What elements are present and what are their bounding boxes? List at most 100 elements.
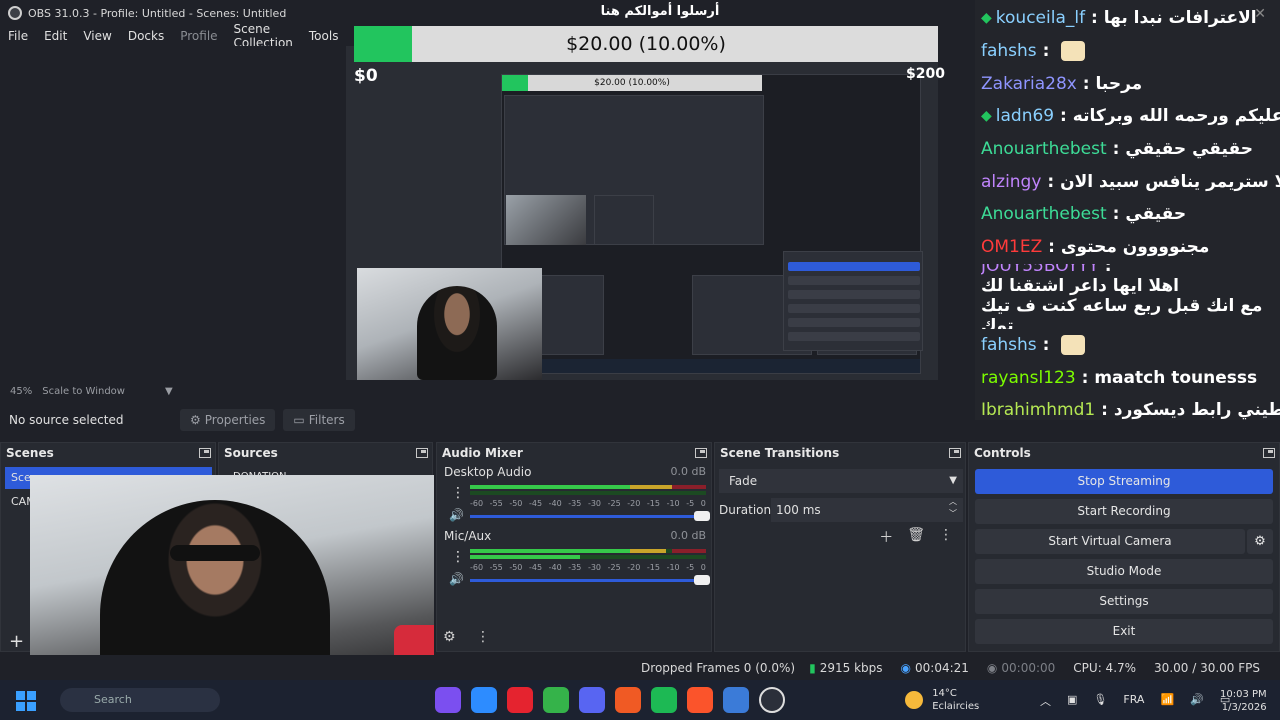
taskbar-search[interactable]: Search (60, 688, 220, 712)
weather-icon (905, 691, 923, 709)
app-icon[interactable] (543, 687, 569, 713)
weather-widget[interactable]: 14°C Eclaircies (905, 687, 979, 713)
menu-edit[interactable]: Edit (36, 29, 75, 43)
app-icon[interactable] (471, 687, 497, 713)
scene-transitions-dock: Scene Transitions Fade ▼ Duration 100 ms… (714, 442, 966, 652)
chat-username[interactable]: fahshs (981, 41, 1037, 61)
chat-username[interactable]: alzingy (981, 172, 1041, 192)
chat-username[interactable]: Ibrahimhmd1 (981, 400, 1095, 420)
chat-username[interactable]: OM1EZ (981, 237, 1042, 257)
chat-separator: : (1036, 41, 1056, 62)
start-virtual-camera-button[interactable]: Start Virtual Camera (975, 529, 1245, 554)
discord-icon[interactable] (579, 687, 605, 713)
spotify-icon[interactable] (651, 687, 677, 713)
studio-mode-button[interactable]: Studio Mode (975, 559, 1273, 584)
mixer-channel-mic: Mic/Aux 0.0 dB ⋮ -60 -55 -50 -45 -40 -35 -30 -2… (444, 529, 710, 586)
chat-message: ◆ladn69 : السلام عليكم ورحمه الله وبركات… (981, 100, 1280, 133)
gear-icon[interactable]: ⚙ (443, 629, 456, 645)
undock-icon[interactable] (949, 448, 961, 458)
duration-input[interactable]: 100 ms ︿ ﹀ (771, 496, 963, 522)
undock-icon[interactable] (695, 448, 707, 458)
chat-message: fahshs : (981, 35, 1280, 68)
wifi-icon[interactable]: 📶 (1160, 693, 1174, 709)
chat-username[interactable]: fahshs (981, 335, 1037, 355)
volume-slider[interactable] (470, 511, 710, 521)
volume-icon[interactable]: 🔊 (1190, 693, 1204, 709)
chat-message: alzingy : لا ستريمر ينافس سبيد الان (981, 165, 1280, 198)
audio-mixer-dock: Audio Mixer Desktop Audio 0.0 dB ⋮ -60 -5… (436, 442, 712, 652)
nested-settings-button (788, 318, 920, 327)
more-icon[interactable]: ⋮ (451, 485, 465, 501)
app-icon[interactable] (615, 687, 641, 713)
add-icon[interactable]: ＋ (879, 527, 893, 547)
add-scene-button[interactable]: + (9, 631, 24, 652)
nested-stop-button (788, 262, 920, 271)
language[interactable]: FRA (1123, 693, 1144, 709)
emote-icon (1061, 41, 1086, 62)
undock-icon[interactable] (1263, 448, 1275, 458)
chat-message: JOUY55BOYYY : اهلا ايها داعر اشتقنا لك مع… (981, 264, 1280, 329)
preview-area[interactable]: $20.00 (10.00%) (0, 46, 975, 382)
properties-button[interactable]: ⚙ Properties (180, 409, 276, 431)
scale-tick: -60 (470, 499, 484, 508)
menu-profile[interactable]: Profile (172, 29, 225, 43)
speaker-icon[interactable]: 🔊 (449, 572, 464, 586)
more-icon[interactable]: ⋮ (939, 527, 953, 547)
chat-username[interactable]: Anouarthebest (981, 139, 1107, 159)
filters-button[interactable]: ▭ Filters (283, 409, 355, 431)
chat-username[interactable]: Anouarthebest (981, 204, 1107, 224)
zoom-mode[interactable]: Scale to Window (42, 386, 125, 397)
chat-separator: : (1106, 139, 1126, 160)
undock-icon[interactable] (199, 448, 211, 458)
obs-icon[interactable] (759, 687, 785, 713)
menu-view[interactable]: View (75, 29, 119, 43)
spin-icon[interactable]: ︿ ﹀ (949, 496, 957, 520)
zoom-level[interactable]: 45% (10, 386, 32, 397)
chat-username[interactable]: JOUY55BOYYY (981, 264, 1099, 277)
menu-docks[interactable]: Docks (120, 29, 172, 43)
calculator-icon[interactable] (723, 687, 749, 713)
clock[interactable]: 10:03 PM 1/3/2026 (1220, 688, 1267, 714)
settings-button[interactable]: Settings (975, 589, 1273, 614)
menu-tools[interactable]: Tools (301, 29, 347, 43)
close-icon[interactable]: ✕ (1254, 6, 1266, 22)
chat-message: fahshs : (981, 329, 1280, 362)
obs-logo-icon (8, 6, 22, 20)
gear-icon[interactable]: ⚙ (1247, 529, 1273, 554)
chevron-up-icon[interactable]: ︿ (1040, 693, 1051, 709)
nested-vcam-button (788, 290, 920, 299)
stop-streaming-button[interactable]: Stop Streaming (975, 469, 1273, 494)
more-icon[interactable]: ⋮ (476, 629, 490, 645)
webcam-overlay (30, 475, 434, 685)
chat-text: السلام عليكم ورحمه الله وبركاته (1072, 106, 1280, 127)
more-icon[interactable]: ⋮ (451, 549, 465, 565)
scale-tick: 0 (700, 563, 706, 572)
transition-select[interactable]: Fade ▼ (719, 469, 963, 493)
app-icon[interactable] (435, 687, 461, 713)
chat-username[interactable]: rayansl123 (981, 368, 1076, 388)
undock-icon[interactable] (416, 448, 428, 458)
mic-icon[interactable]: 🎙 (1093, 693, 1107, 709)
usb-icon[interactable]: ▣ (1067, 693, 1077, 709)
start-recording-button[interactable]: Start Recording (975, 499, 1273, 524)
trash-icon[interactable]: 🗑 (907, 527, 925, 547)
chat-username[interactable]: Zakaria28x (981, 74, 1077, 94)
app-icon[interactable] (507, 687, 533, 713)
exit-button[interactable]: Exit (975, 619, 1273, 644)
zoom-dropdown-icon[interactable]: ▼ (165, 386, 173, 397)
chat-username[interactable]: kouceila_lf (996, 8, 1085, 28)
windows-start-icon[interactable] (16, 691, 36, 711)
chat-text: مع انك قبل ربع ساعه كنت ف تيك توك (981, 296, 1263, 329)
volume-slider[interactable] (470, 575, 710, 585)
menu-file[interactable]: File (0, 29, 36, 43)
badge-icon: ◆ (981, 10, 992, 27)
nested-donation-text: $20.00 (10.00%) (594, 78, 670, 88)
chat-text: مرحبا (1095, 73, 1143, 94)
chat-text: maatch tounesss (1094, 367, 1258, 388)
scale-tick: -25 (607, 563, 621, 572)
system-tray: ︿ ▣ 🎙 FRA 📶 🔊 ▭ (1040, 693, 1230, 709)
brave-icon[interactable] (687, 687, 713, 713)
sources-title: Sources (224, 446, 278, 460)
speaker-icon[interactable]: 🔊 (449, 508, 464, 522)
chat-username[interactable]: ladn69 (996, 106, 1054, 126)
